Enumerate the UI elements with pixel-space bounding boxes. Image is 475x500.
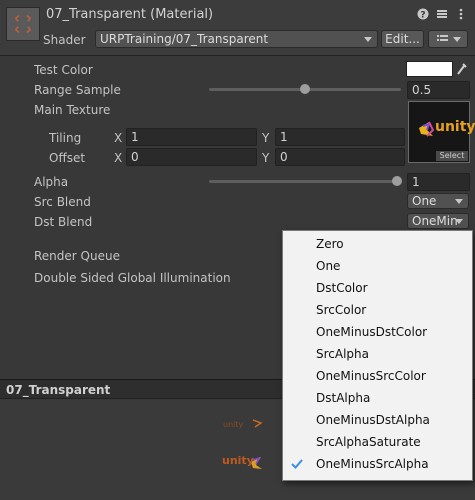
alpha-slider[interactable]: [209, 180, 401, 183]
preset-icon[interactable]: [436, 8, 448, 20]
menu-item[interactable]: OneMinusDstAlpha: [283, 409, 472, 431]
preview-logo-text: unity: [222, 454, 254, 467]
menu-item-label: OneMinusDstColor: [316, 325, 428, 339]
svg-text:unity: unity: [223, 420, 244, 429]
dst-blend-value: OneMin: [412, 214, 458, 228]
menu-item[interactable]: DstColor: [283, 277, 472, 299]
tiling-x-field[interactable]: 1: [126, 128, 257, 146]
dst-blend-menu: Zero One DstColor SrcColor OneMinusDstColor S…: [282, 230, 473, 481]
chevron-down-icon: [364, 37, 372, 42]
shader-label: Shader: [43, 33, 86, 47]
offset-y-field[interactable]: 0: [275, 148, 405, 166]
menu-item[interactable]: OneMinusDstColor: [283, 321, 472, 343]
menu-item[interactable]: OneMinusSrcColor: [283, 365, 472, 387]
menu-item[interactable]: Zero: [283, 233, 472, 255]
tiling-y-label: Y: [262, 131, 270, 145]
menu-item[interactable]: SrcColor: [283, 299, 472, 321]
menu-item-label: OneMinusSrcColor: [316, 369, 426, 383]
texture-logo-text: unity: [435, 119, 475, 135]
menu-item-label: OneMinusDstAlpha: [316, 413, 430, 427]
tiling-y-field[interactable]: 1: [275, 128, 405, 146]
menu-item-label: DstAlpha: [316, 391, 371, 405]
dst-blend-label: Dst Blend: [34, 215, 93, 229]
chevron-down-icon: [455, 199, 463, 204]
preview-title: 07_Transparent: [6, 383, 111, 397]
test-color-swatch[interactable]: [406, 61, 453, 77]
material-thumbnail: [6, 7, 40, 41]
eyedropper-icon[interactable]: [456, 61, 468, 77]
alpha-slider-knob[interactable]: [392, 176, 402, 186]
menu-item[interactable]: SrcAlphaSaturate: [283, 431, 472, 453]
range-sample-slider-knob[interactable]: [300, 84, 310, 94]
shader-value: URPTraining/07_Transparent: [100, 32, 269, 46]
shader-options-button[interactable]: [428, 30, 468, 48]
menu-item-label: OneMinusSrcAlpha: [316, 457, 429, 471]
tiling-x-label: X: [114, 131, 123, 145]
menu-item[interactable]: DstAlpha: [283, 387, 472, 409]
texture-select-button[interactable]: Select: [436, 151, 468, 161]
menu-item-label: SrcAlphaSaturate: [316, 435, 421, 449]
src-blend-dropdown[interactable]: One: [407, 193, 469, 209]
menu-item-label: One: [316, 259, 341, 273]
offset-y-label: Y: [262, 151, 270, 165]
main-texture-label: Main Texture: [34, 103, 111, 117]
chevron-down-icon: [453, 37, 461, 42]
help-icon[interactable]: ?: [417, 8, 429, 20]
alpha-field[interactable]: 1: [407, 173, 470, 191]
src-blend-label: Src Blend: [34, 195, 91, 209]
menu-item-label: SrcAlpha: [316, 347, 370, 361]
menu-item[interactable]: OneMinusSrcAlpha: [283, 453, 472, 475]
chevron-down-icon: [455, 219, 463, 224]
main-texture-thumbnail[interactable]: unity Select: [408, 101, 475, 163]
double-sided-gi-label: Double Sided Global Illumination: [34, 271, 231, 285]
menu-item[interactable]: One: [283, 255, 472, 277]
checkmark-icon: [291, 459, 303, 469]
edit-shader-button[interactable]: Edit...: [381, 30, 424, 48]
render-queue-label: Render Queue: [34, 249, 120, 263]
menu-item[interactable]: SrcAlpha: [283, 343, 472, 365]
offset-x-field[interactable]: 0: [126, 148, 257, 166]
more-icon[interactable]: [455, 8, 467, 20]
material-header: 07_Transparent (Material) ? Shader URPTr…: [0, 0, 475, 56]
menu-item-label: SrcColor: [316, 303, 367, 317]
material-title: 07_Transparent (Material): [46, 7, 214, 22]
menu-item-label: Zero: [316, 237, 344, 251]
svg-text:?: ?: [420, 11, 425, 21]
test-color-label: Test Color: [34, 63, 93, 77]
src-blend-value: One: [412, 194, 437, 208]
menu-item-label: DstColor: [316, 281, 368, 295]
shader-dropdown[interactable]: URPTraining/07_Transparent: [95, 30, 378, 48]
dst-blend-dropdown[interactable]: OneMin: [407, 213, 469, 229]
tiling-label: Tiling: [49, 131, 82, 145]
offset-x-label: X: [114, 151, 123, 165]
range-sample-field[interactable]: 0.5: [407, 81, 470, 99]
range-sample-label: Range Sample: [34, 83, 121, 97]
offset-label: Offset: [49, 151, 86, 165]
alpha-label: Alpha: [34, 175, 69, 189]
list-icon: [437, 35, 448, 41]
